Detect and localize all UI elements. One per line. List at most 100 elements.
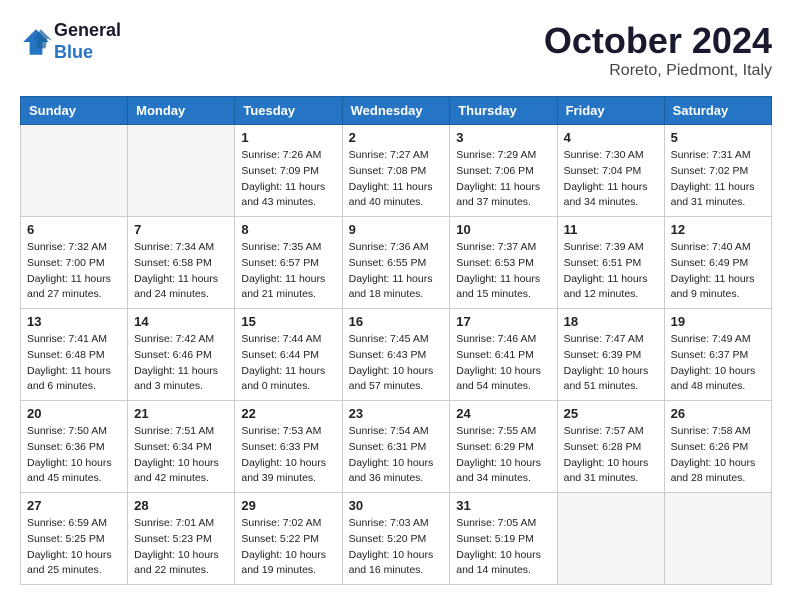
calendar-table: Sunday Monday Tuesday Wednesday Thursday… [20,96,772,585]
day-info: Sunrise: 7:02 AM Sunset: 5:22 PM Dayligh… [241,516,335,579]
table-row: 11 Sunrise: 7:39 AM Sunset: 6:51 PM Dayli… [557,217,664,309]
header-wednesday: Wednesday [342,97,450,125]
day-number: 10 [456,222,550,237]
day-number: 26 [671,406,765,421]
logo-general-text: General [54,20,121,42]
table-row: 3 Sunrise: 7:29 AM Sunset: 7:06 PM Daylig… [450,125,557,217]
table-row: 10 Sunrise: 7:37 AM Sunset: 6:53 PM Dayli… [450,217,557,309]
day-info: Sunrise: 7:49 AM Sunset: 6:37 PM Dayligh… [671,332,765,395]
day-info: Sunrise: 7:41 AM Sunset: 6:48 PM Dayligh… [27,332,121,395]
table-row [21,125,128,217]
day-number: 12 [671,222,765,237]
day-info: Sunrise: 7:46 AM Sunset: 6:41 PM Dayligh… [456,332,550,395]
table-row: 21Sunrise: 7:51 AM Sunset: 6:34 PM Dayli… [128,401,235,493]
day-info: Sunrise: 7:32 AM Sunset: 7:00 PM Dayligh… [27,240,121,303]
day-number: 21 [134,406,228,421]
day-number: 28 [134,498,228,513]
day-info: Sunrise: 7:55 AM Sunset: 6:29 PM Dayligh… [456,424,550,487]
table-row: 16 Sunrise: 7:45 AM Sunset: 6:43 PM Dayli… [342,309,450,401]
day-number: 17 [456,314,550,329]
logo-blue-text: Blue [54,42,121,64]
calendar-week-row: 1 Sunrise: 7:26 AM Sunset: 7:09 PM Daylig… [21,125,772,217]
table-row: 6 Sunrise: 7:32 AM Sunset: 7:00 PM Daylig… [21,217,128,309]
table-row [557,493,664,585]
calendar-week-row: 6 Sunrise: 7:32 AM Sunset: 7:00 PM Daylig… [21,217,772,309]
table-row: 28 Sunrise: 7:01 AM Sunset: 5:23 PM Dayli… [128,493,235,585]
month-title: October 2024 [544,20,772,62]
day-info: Sunrise: 7:57 AM Sunset: 6:28 PM Dayligh… [564,424,658,487]
day-number: 30 [349,498,444,513]
table-row [128,125,235,217]
day-info: Sunrise: 7:35 AM Sunset: 6:57 PM Dayligh… [241,240,335,303]
day-info: Sunrise: 7:50 AM Sunset: 6:36 PM Dayligh… [27,424,121,487]
day-info: Sunrise: 7:45 AM Sunset: 6:43 PM Dayligh… [349,332,444,395]
table-row: 30 Sunrise: 7:03 AM Sunset: 5:20 PM Dayli… [342,493,450,585]
table-row: 18Sunrise: 7:47 AM Sunset: 6:39 PM Dayli… [557,309,664,401]
table-row: 9Sunrise: 7:36 AM Sunset: 6:55 PM Daylig… [342,217,450,309]
table-row: 13Sunrise: 7:41 AM Sunset: 6:48 PM Dayli… [21,309,128,401]
day-info: Sunrise: 7:27 AM Sunset: 7:08 PM Dayligh… [349,148,444,211]
header-friday: Friday [557,97,664,125]
table-row: 7 Sunrise: 7:34 AM Sunset: 6:58 PM Daylig… [128,217,235,309]
header-monday: Monday [128,97,235,125]
day-info: Sunrise: 6:59 AM Sunset: 5:25 PM Dayligh… [27,516,121,579]
day-number: 1 [241,130,335,145]
header-thursday: Thursday [450,97,557,125]
calendar-week-row: 20 Sunrise: 7:50 AM Sunset: 6:36 PM Dayli… [21,401,772,493]
day-number: 24 [456,406,550,421]
table-row: 23 Sunrise: 7:54 AM Sunset: 6:31 PM Dayli… [342,401,450,493]
table-row: 25 Sunrise: 7:57 AM Sunset: 6:28 PM Dayli… [557,401,664,493]
table-row: 15 Sunrise: 7:44 AM Sunset: 6:44 PM Dayli… [235,309,342,401]
day-number: 5 [671,130,765,145]
day-info: Sunrise: 7:44 AM Sunset: 6:44 PM Dayligh… [241,332,335,395]
day-number: 23 [349,406,444,421]
day-info: Sunrise: 7:37 AM Sunset: 6:53 PM Dayligh… [456,240,550,303]
table-row: 12 Sunrise: 7:40 AM Sunset: 6:49 PM Dayli… [664,217,771,309]
day-number: 4 [564,130,658,145]
day-number: 9 [349,222,444,237]
header-saturday: Saturday [664,97,771,125]
day-number: 29 [241,498,335,513]
calendar-week-row: 27Sunrise: 6:59 AM Sunset: 5:25 PM Dayli… [21,493,772,585]
header-sunday: Sunday [21,97,128,125]
table-row: 31 Sunrise: 7:05 AM Sunset: 5:19 PM Dayli… [450,493,557,585]
table-row: 14 Sunrise: 7:42 AM Sunset: 6:46 PM Dayli… [128,309,235,401]
table-row: 26 Sunrise: 7:58 AM Sunset: 6:26 PM Dayli… [664,401,771,493]
table-row: 22Sunrise: 7:53 AM Sunset: 6:33 PM Dayli… [235,401,342,493]
day-info: Sunrise: 7:29 AM Sunset: 7:06 PM Dayligh… [456,148,550,211]
day-info: Sunrise: 7:39 AM Sunset: 6:51 PM Dayligh… [564,240,658,303]
day-number: 20 [27,406,121,421]
logo: General Blue [20,20,121,63]
day-number: 2 [349,130,444,145]
day-info: Sunrise: 7:31 AM Sunset: 7:02 PM Dayligh… [671,148,765,211]
table-row: 17 Sunrise: 7:46 AM Sunset: 6:41 PM Dayli… [450,309,557,401]
day-number: 18 [564,314,658,329]
page-header: General Blue October 2024 Roreto, Piedmo… [20,20,772,80]
day-number: 14 [134,314,228,329]
table-row: 24 Sunrise: 7:55 AM Sunset: 6:29 PM Dayli… [450,401,557,493]
day-number: 22 [241,406,335,421]
day-info: Sunrise: 7:26 AM Sunset: 7:09 PM Dayligh… [241,148,335,211]
table-row: 5 Sunrise: 7:31 AM Sunset: 7:02 PM Daylig… [664,125,771,217]
day-info: Sunrise: 7:40 AM Sunset: 6:49 PM Dayligh… [671,240,765,303]
day-info: Sunrise: 7:01 AM Sunset: 5:23 PM Dayligh… [134,516,228,579]
table-row: 8Sunrise: 7:35 AM Sunset: 6:57 PM Daylig… [235,217,342,309]
day-number: 6 [27,222,121,237]
day-info: Sunrise: 7:05 AM Sunset: 5:19 PM Dayligh… [456,516,550,579]
day-info: Sunrise: 7:54 AM Sunset: 6:31 PM Dayligh… [349,424,444,487]
day-number: 11 [564,222,658,237]
day-info: Sunrise: 7:03 AM Sunset: 5:20 PM Dayligh… [349,516,444,579]
day-number: 16 [349,314,444,329]
header-tuesday: Tuesday [235,97,342,125]
day-info: Sunrise: 7:58 AM Sunset: 6:26 PM Dayligh… [671,424,765,487]
day-number: 7 [134,222,228,237]
table-row: 2 Sunrise: 7:27 AM Sunset: 7:08 PM Daylig… [342,125,450,217]
day-number: 15 [241,314,335,329]
weekday-header-row: Sunday Monday Tuesday Wednesday Thursday… [21,97,772,125]
table-row: 4Sunrise: 7:30 AM Sunset: 7:04 PM Daylig… [557,125,664,217]
day-number: 3 [456,130,550,145]
day-number: 31 [456,498,550,513]
day-number: 25 [564,406,658,421]
day-info: Sunrise: 7:34 AM Sunset: 6:58 PM Dayligh… [134,240,228,303]
day-info: Sunrise: 7:42 AM Sunset: 6:46 PM Dayligh… [134,332,228,395]
